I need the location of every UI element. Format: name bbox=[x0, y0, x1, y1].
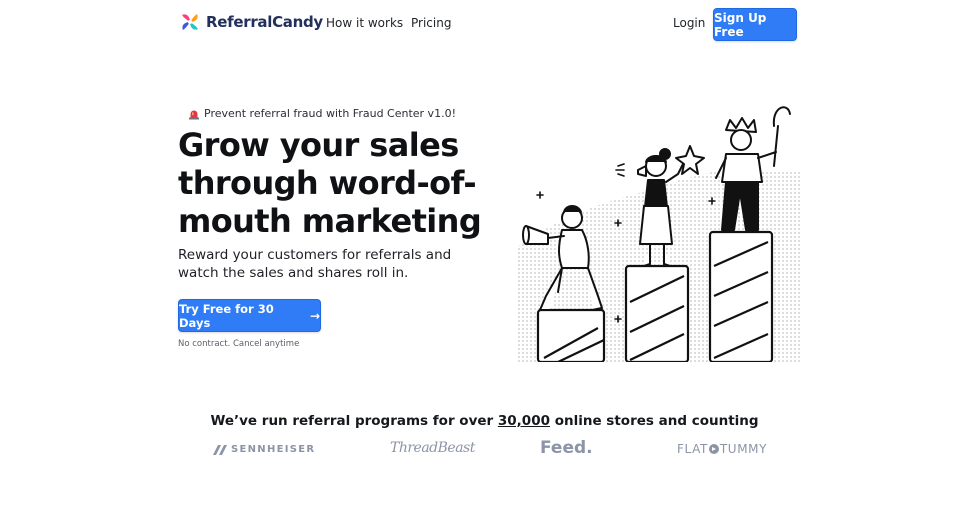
proof-after: online stores and counting bbox=[550, 413, 759, 429]
no-contract-note: No contract. Cancel anytime bbox=[178, 339, 300, 349]
podium-small bbox=[536, 308, 606, 362]
arrow-right-icon: → bbox=[309, 308, 320, 323]
logo[interactable]: ReferralCandy bbox=[178, 10, 323, 34]
sennheiser-mark-icon bbox=[213, 444, 227, 455]
siren-icon bbox=[189, 110, 199, 119]
nav-how-it-works[interactable]: How it works bbox=[326, 16, 403, 30]
try-free-button[interactable]: Try Free for 30 Days → bbox=[178, 299, 321, 332]
play-circle-icon bbox=[708, 444, 719, 454]
proof-before: We’ve run referral programs for over bbox=[210, 413, 498, 429]
flattummy-logo: FLAT TUMMY bbox=[677, 442, 767, 456]
nav-login[interactable]: Login bbox=[673, 16, 705, 30]
podium-large bbox=[708, 230, 774, 362]
sennheiser-text: SENNHEISER bbox=[231, 444, 316, 455]
podium-medium bbox=[624, 264, 690, 362]
badge-text: Prevent referral fraud with Fraud Center… bbox=[204, 107, 456, 120]
proof-highlight: 30,000 bbox=[497, 413, 550, 429]
logo-text: ReferralCandy bbox=[206, 13, 323, 31]
social-proof-text: We’ve run referral programs for over 30,… bbox=[0, 413, 969, 429]
hero-subhead: Reward your customers for referrals and … bbox=[178, 247, 452, 281]
brand-logos-row: SENNHEISER ThreadBeast Feed. FLAT TUMMY bbox=[0, 436, 969, 466]
hero-headline: Grow your sales through word-of-mouth ma… bbox=[178, 126, 482, 240]
top-navbar: ReferralCandy How it works Pricing Login… bbox=[0, 0, 969, 48]
signup-button[interactable]: Sign Up Free bbox=[713, 8, 797, 41]
referralcandy-logo-icon bbox=[182, 14, 198, 30]
flattummy-text-a: FLAT bbox=[677, 442, 708, 456]
flattummy-text-b: TUMMY bbox=[719, 442, 768, 456]
threadbeast-logo: ThreadBeast bbox=[390, 440, 475, 456]
nav-pricing[interactable]: Pricing bbox=[411, 16, 451, 30]
hero-illustration bbox=[518, 106, 802, 362]
feed-logo: Feed. bbox=[540, 438, 593, 458]
announcement-badge[interactable]: Prevent referral fraud with Fraud Center… bbox=[188, 107, 456, 120]
try-free-label: Try Free for 30 Days bbox=[179, 301, 274, 330]
sennheiser-logo: SENNHEISER bbox=[213, 444, 315, 455]
